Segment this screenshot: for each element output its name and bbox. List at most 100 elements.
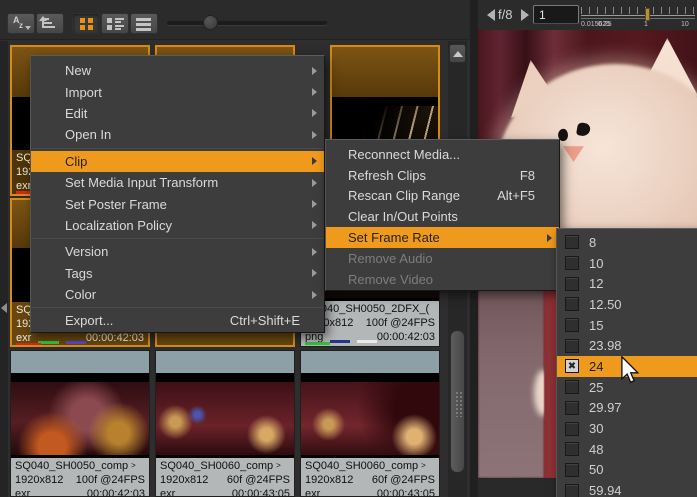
menu-item-clip[interactable]: Clip [31, 151, 324, 172]
clip-name-line: SQ040_SH0060_comp> [305, 459, 435, 473]
menu-item-clear-in-out-points[interactable]: Clear In/Out Points [326, 206, 559, 227]
list-view-button[interactable] [130, 13, 158, 34]
menu-item-edit[interactable]: Edit [31, 103, 324, 124]
checkbox-icon[interactable] [565, 235, 579, 249]
checkbox-icon[interactable] [565, 318, 579, 332]
clip-tile[interactable]: SQ040_SH0050_comp>1920x812100f @24FPSexr… [10, 350, 150, 497]
clip-thumbnail[interactable] [301, 373, 439, 458]
track-bar-green [305, 342, 330, 345]
framerate-label: 24 [589, 359, 603, 374]
clip-file-format: exr [16, 331, 31, 346]
framerate-option-8[interactable]: 8 [557, 232, 697, 253]
checkbox-icon[interactable] [565, 422, 579, 436]
clip-info: SQ040_SH0060_comp>1920x81260f @24FPSexr0… [301, 458, 439, 497]
menu-item-label: Import [65, 85, 102, 100]
submenu-arrow-icon [312, 221, 317, 229]
menu-item-new[interactable]: New [31, 60, 324, 81]
menu-item-reconnect-media[interactable]: Reconnect Media... [326, 144, 559, 165]
framerate-option-48[interactable]: 48 [557, 439, 697, 460]
clip-media-line: exr00:00:42:03 [15, 487, 145, 497]
checkbox-icon[interactable] [565, 401, 579, 415]
thumbnail-picture [156, 382, 294, 455]
framerate-option-59-94[interactable]: 59.94 [557, 480, 697, 497]
checkbox-icon[interactable] [565, 463, 579, 477]
collapse-left-icon[interactable] [1, 303, 7, 313]
clip-format-line: 1920x812100f @24FPS [15, 473, 145, 487]
slider-knob[interactable] [203, 15, 218, 30]
checkbox-icon[interactable] [565, 380, 579, 394]
grid-view-button[interactable] [72, 13, 100, 34]
menu-item-refresh-clips[interactable]: Refresh ClipsF8 [326, 165, 559, 186]
checkbox-icon[interactable] [565, 442, 579, 456]
clip-resolution: 1920x812 [305, 473, 353, 487]
details-view-button[interactable] [101, 13, 129, 34]
submenu-arrow-icon [312, 67, 317, 75]
clip-thumbnail[interactable] [156, 373, 294, 458]
menu-item-set-frame-rate[interactable]: Set Frame Rate [326, 227, 559, 248]
framerate-label: 25 [589, 380, 603, 395]
menu-item-label: Tags [65, 266, 92, 281]
menu-item-version[interactable]: Version [31, 241, 324, 262]
sort-direction-button[interactable] [36, 13, 64, 34]
checkbox-icon[interactable] [565, 297, 579, 311]
checkbox-icon[interactable] [565, 256, 579, 270]
menu-item-set-poster-frame[interactable]: Set Poster Frame [31, 193, 324, 214]
submenu-arrow-icon [312, 88, 317, 96]
framerate-option-12[interactable]: 12 [557, 273, 697, 294]
menu-item-color[interactable]: Color [31, 284, 324, 305]
checkbox-icon[interactable] [565, 339, 579, 353]
clip-timecode: 00:00:43:05 [232, 487, 290, 497]
menu-item-open-in[interactable]: Open In [31, 124, 324, 145]
framerate-option-30[interactable]: 30 [557, 418, 697, 439]
menu-item-remove-video: Remove Video [326, 269, 559, 290]
framerate-option-12-50[interactable]: 12.50 [557, 294, 697, 315]
gain-next-arrow[interactable] [521, 9, 529, 21]
ruler-ticks [581, 7, 695, 14]
clip-media-line: exr00:00:42:03 [16, 331, 144, 346]
menu-item-localization-policy[interactable]: Localization Policy [31, 215, 324, 236]
menu-item-set-media-input-transform[interactable]: Set Media Input Transform [31, 172, 324, 193]
mouse-cursor [620, 356, 640, 384]
ruler-label: 0.25 [598, 21, 612, 28]
context-menu: New Import EditOpen In ClipSet Media Input … [30, 55, 325, 333]
framerate-option-10[interactable]: 10 [557, 253, 697, 274]
tile-header [156, 351, 294, 373]
menu-item-import[interactable]: Import [31, 81, 324, 102]
checkbox-checked-icon[interactable]: ✖ [565, 359, 579, 373]
gain-slider-handle[interactable] [645, 8, 650, 21]
menu-item-label: Set Poster Frame [65, 197, 167, 212]
track-bar-white [357, 340, 377, 343]
clip-file-format: exr [16, 179, 31, 194]
framerate-option-29-97[interactable]: 29.97 [557, 398, 697, 419]
framerate-label: 8 [589, 235, 596, 250]
sort-az-button[interactable]: A z [7, 13, 35, 34]
menu-item-label: Color [65, 287, 96, 302]
sort-ascending-icon [42, 17, 44, 28]
gain-slider-ruler[interactable]: 0.0156250.25110 [581, 0, 695, 30]
framerate-option-23-98[interactable]: 23.98 [557, 335, 697, 356]
gain-previous-arrow[interactable] [487, 9, 495, 21]
scrollbar-grip-dots [455, 391, 463, 417]
framerate-label: 10 [589, 256, 603, 271]
clip-tile[interactable]: SQ040_SH0060_comp>1920x81260f @24FPSexr0… [155, 350, 295, 497]
clip-media-line: exr00:00:43:05 [160, 487, 290, 497]
framerate-option-50[interactable]: 50 [557, 460, 697, 481]
scroll-up-button[interactable] [449, 44, 466, 63]
framerate-option-15[interactable]: 15 [557, 315, 697, 336]
menu-item-export[interactable]: Export...Ctrl+Shift+E [31, 310, 324, 331]
gain-value-input[interactable] [533, 5, 579, 24]
submenu-arrow-icon [312, 291, 317, 299]
checkbox-icon[interactable] [565, 484, 579, 497]
menu-separator [32, 148, 323, 149]
menu-item-label: Export... [65, 313, 113, 328]
clip-tile[interactable]: SQ040_SH0060_comp>1920x81260f @24FPSexr0… [300, 350, 440, 497]
bin-toolbar: A z [0, 0, 470, 40]
checkbox-icon[interactable] [565, 277, 579, 291]
menu-separator [32, 238, 323, 239]
scrollbar-thumb[interactable] [450, 330, 465, 473]
menu-item-tags[interactable]: Tags [31, 263, 324, 284]
thumbnail-size-slider[interactable] [167, 21, 327, 25]
menu-item-label: Rescan Clip Range [348, 188, 460, 203]
menu-item-rescan-clip-range[interactable]: Rescan Clip RangeAlt+F5 [326, 186, 559, 207]
clip-thumbnail[interactable] [11, 373, 149, 458]
